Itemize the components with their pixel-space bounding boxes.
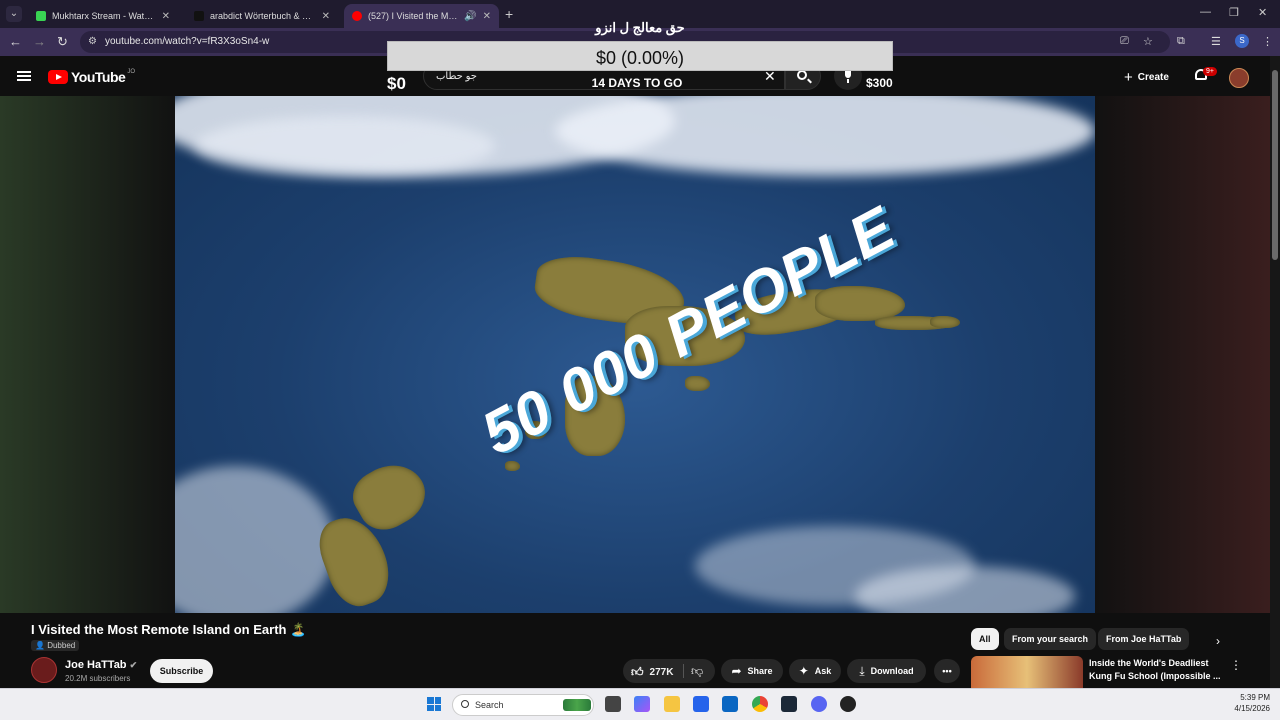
youtube-favicon-icon [352,11,362,21]
channel-name-text: Joe HaTTab [65,659,127,671]
video-caption-text: 50 000 PEOPLE [470,193,906,468]
menu-icon[interactable] [17,71,31,81]
file-explorer-icon[interactable] [664,696,680,712]
app-icon[interactable] [840,696,856,712]
tab-title: arabdict Wörterbuch & Überset [210,11,316,21]
discord-icon[interactable] [811,696,827,712]
thumbs-down-icon: 👎︎ [691,664,704,678]
task-view-icon[interactable] [605,696,621,712]
youtube-play-icon [48,70,68,84]
ask-button[interactable]: ✦ Ask [789,659,841,683]
taskbar-search-placeholder: Search [475,700,504,710]
subscriber-count: 20.2M subscribers [65,674,131,683]
outlook-icon[interactable] [722,696,738,712]
windows-start-icon[interactable] [427,697,441,711]
tab-close-icon[interactable]: ✕ [162,11,170,22]
country-code: JO [127,69,135,75]
more-menu-icon[interactable]: ⋮ [1262,35,1273,48]
share-label: Share [747,666,773,676]
chip-from-channel[interactable]: From Joe HaTTab [1098,628,1190,650]
verified-icon: ✔ [129,660,138,670]
taskbar-search[interactable]: Search [452,694,594,716]
extensions-icon[interactable]: ⧉ [1177,35,1185,48]
arabdict-favicon-icon [194,11,204,21]
like-dislike-group: 👍︎ 277K 👎︎ [623,659,715,683]
browser-tab[interactable]: arabdict Wörterbuch & Überset ✕ [186,4,338,28]
share-button[interactable]: ➦ Share [721,659,783,683]
reload-icon[interactable]: ↻ [57,34,68,50]
dubbed-label: Dubbed [47,641,76,650]
scrollbar-thumb[interactable] [1272,70,1278,260]
donation-days-left: 14 DAYS TO GO [591,76,683,90]
minimize-icon[interactable]: — [1200,6,1211,18]
create-button[interactable]: + Create [1124,69,1169,86]
account-avatar[interactable] [1229,68,1249,88]
profile-avatar[interactable]: S [1235,34,1249,48]
page-scrollbar[interactable] [1270,56,1280,688]
more-vertical-icon[interactable]: ⋮ [1230,658,1242,672]
download-icon: ⤓ [859,663,865,678]
steam-icon[interactable] [781,696,797,712]
site-info-icon[interactable]: ⚙ [88,36,97,47]
restore-icon[interactable]: ❐ [1229,6,1239,19]
notification-badge: 9+ [1203,67,1217,76]
tab-title: Mukhtarx Stream - Watch Live on [52,11,156,21]
tab-close-icon[interactable]: ✕ [322,11,330,22]
channel-avatar[interactable] [31,657,57,683]
chip-from-your-search[interactable]: From your search [1004,628,1097,650]
bookmark-star-icon[interactable]: ☆ [1143,35,1153,48]
more-actions-button[interactable]: ••• [934,659,960,683]
ask-label: Ask [814,666,832,676]
donation-progress-bar: $0 (0.00%) [387,41,893,71]
download-button[interactable]: ⤓ Download [847,659,926,683]
chrome-icon[interactable] [752,696,768,712]
chip-all[interactable]: All [971,628,999,650]
plus-icon: + [1124,69,1133,86]
like-button[interactable]: 👍︎ 277K [631,665,673,680]
back-icon[interactable]: ← [9,34,22,49]
dislike-button[interactable]: 👎︎ [691,664,703,679]
kick-favicon-icon [36,11,46,21]
video-title: I Visited the Most Remote Island on Eart… [31,622,307,637]
donation-title: حق معالج ل انزو [595,20,685,35]
subscribe-button[interactable]: Subscribe [150,659,213,683]
store-icon[interactable] [693,696,709,712]
more-horizontal-icon: ••• [942,666,952,676]
create-label: Create [1137,72,1169,83]
search-highlight-icon [563,699,591,711]
like-count: 277K [649,667,674,678]
dubbed-badge: 👤 Dubbed [31,640,80,651]
recommended-title[interactable]: Inside the World's Deadliest Kung Fu Sch… [1089,657,1224,683]
download-label: Download [870,666,914,676]
copilot-icon[interactable] [634,696,650,712]
donation-goal: $300 [866,76,893,90]
person-icon: 👤 [35,641,45,650]
clock-time: 5:39 PM [1240,693,1270,702]
system-clock[interactable]: 5:39 PM 4/15/2026 [1224,692,1270,714]
sparkle-icon: ✦ [798,664,809,678]
channel-name[interactable]: Joe HaTTab ✔ [65,659,137,671]
video-player[interactable]: 50 000 PEOPLE [175,96,1095,613]
tab-search-icon[interactable]: ⌄ [6,6,22,22]
recommended-thumbnail[interactable] [971,656,1083,688]
share-icon: ➦ [731,664,742,678]
donation-amount-percent: $0 (0.00%) [595,48,685,68]
youtube-wordmark: YouTube [71,69,126,85]
cast-icon[interactable]: ⎚ [1120,35,1129,48]
forward-icon[interactable]: → [33,34,46,49]
close-window-icon[interactable]: ✕ [1258,6,1267,19]
browser-tab[interactable]: Mukhtarx Stream - Watch Live on ✕ [28,4,178,28]
clock-date: 4/15/2026 [1234,704,1270,713]
search-icon [461,700,469,708]
url-text: youtube.com/watch?v=fR3X3oSn4-w [105,36,270,47]
reading-list-icon[interactable]: ☰ [1211,35,1221,48]
chevron-right-icon[interactable]: › [1216,634,1220,648]
youtube-logo[interactable]: YouTube JO [48,69,135,85]
thumbs-up-icon: 👍︎ [631,665,644,679]
